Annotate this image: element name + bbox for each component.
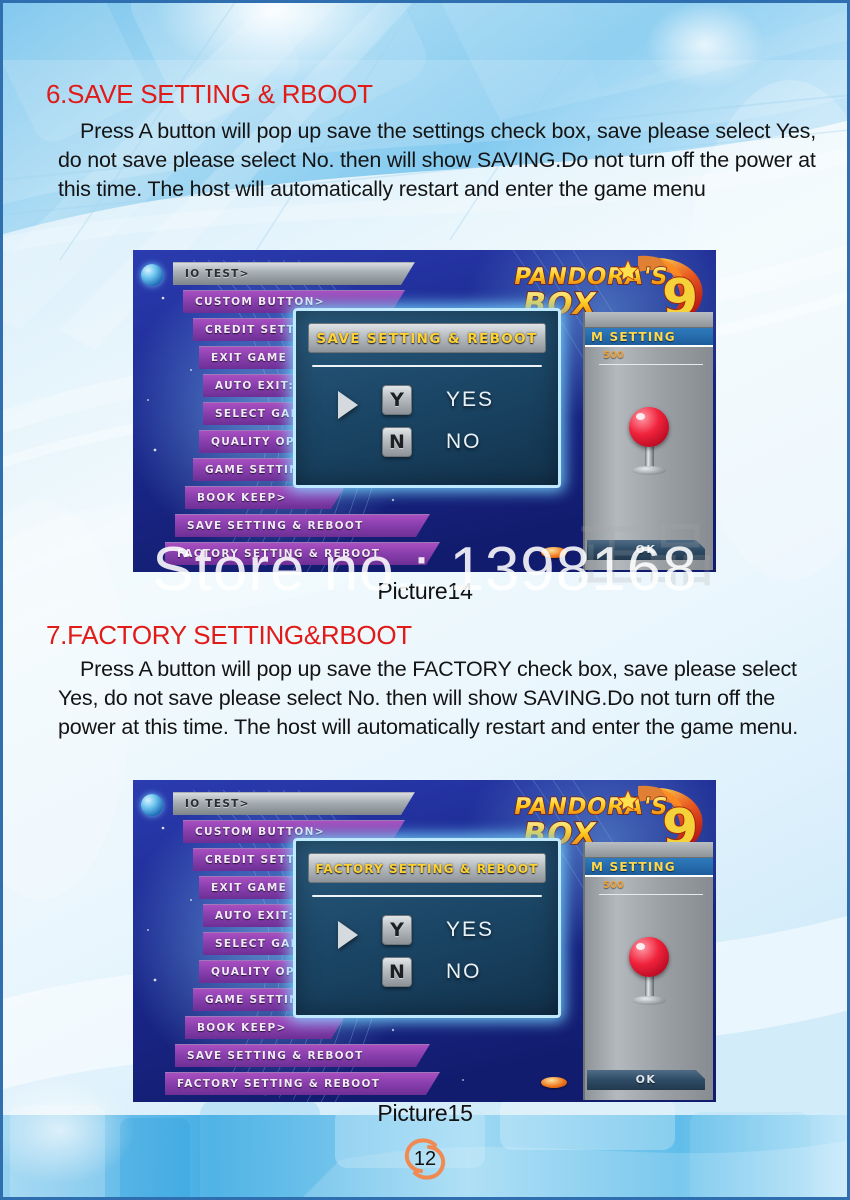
- menu-item-io-test-1[interactable]: IO TEST>: [173, 262, 415, 285]
- coin-icon-1: [541, 547, 567, 558]
- dialog-option-no-1[interactable]: N NO: [336, 421, 558, 463]
- joystick-ball-2: [629, 937, 669, 977]
- dialog-title-1: SAVE SETTING & REBOOT: [308, 323, 546, 353]
- joystick-graphic-2: [629, 937, 669, 1005]
- joystick-shaft-1: [644, 445, 654, 467]
- joystick-ball-1: [629, 407, 669, 447]
- panel-title-1: M SETTING: [585, 328, 713, 347]
- caption-picture15: Picture15: [377, 1100, 473, 1126]
- menu-row: BOOK KEEP>: [141, 486, 501, 512]
- panel-title-2: M SETTING: [585, 858, 713, 877]
- dialog-option-yes-1[interactable]: Y YES: [336, 379, 558, 421]
- dialog-option-yes-label-1: YES: [446, 388, 495, 411]
- dialog-option-yes-2[interactable]: Y YES: [336, 909, 558, 951]
- panel-rule-2: [599, 894, 703, 895]
- menu-row: IO TEST>: [141, 792, 501, 818]
- section-body-6: Press A button will pop up save the sett…: [58, 117, 820, 204]
- joystick-base-2: [632, 996, 666, 1005]
- page-number-text: 12: [413, 1148, 437, 1170]
- section-body-7-text: Press A button will pop up save the FACT…: [58, 657, 799, 739]
- system-setting-panel-2: M SETTING 500 OK: [541, 842, 713, 1100]
- dialog-divider-1: [312, 365, 542, 367]
- panel-value-2: 500: [603, 880, 624, 891]
- key-n-icon-1: N: [382, 427, 412, 457]
- panel-topbar-1: [585, 312, 713, 328]
- joystick-graphic-1: [629, 407, 669, 475]
- ok-button-2[interactable]: OK: [587, 1070, 705, 1090]
- joystick-base-1: [632, 466, 666, 475]
- dialog-divider-2: [312, 895, 542, 897]
- page-number-wrap: 12: [0, 1138, 850, 1180]
- menu-row: FACTORY SETTING & REBOOT: [141, 1072, 501, 1098]
- selection-cursor-icon-1: [338, 391, 358, 419]
- arcade-screenshot-1: PANDORA'S BOX 9 M SETTING 500 OK IO TEST…: [133, 250, 716, 572]
- menu-item-save-setting-reboot-2[interactable]: SAVE SETTING & REBOOT: [175, 1044, 430, 1067]
- menu-item-book-keep-1[interactable]: BOOK KEEP>: [185, 486, 345, 509]
- menu-row: BOOK KEEP>: [141, 1016, 501, 1042]
- key-n-icon-2: N: [382, 957, 412, 987]
- menu-item-factory-setting-reboot-1[interactable]: FACTORY SETTING & REBOOT: [165, 542, 440, 565]
- dialog-title-2: FACTORY SETTING & REBOOT: [308, 853, 546, 883]
- system-setting-panel-1: M SETTING 500 OK: [541, 312, 713, 570]
- dialog-options-2: Y YES N NO: [296, 909, 558, 993]
- dialog-option-no-2[interactable]: N NO: [336, 951, 558, 993]
- dialog-options-1: Y YES N NO: [296, 379, 558, 463]
- joystick-shaft-2: [644, 975, 654, 997]
- svg-text:PANDORA'S: PANDORA'S: [512, 793, 671, 820]
- panel-topbar-2: [585, 842, 713, 858]
- page-number-badge: 12: [402, 1138, 448, 1180]
- section-heading-7: 7.FACTORY SETTING&RBOOT: [46, 620, 412, 650]
- coin-icon-2: [541, 1077, 567, 1088]
- menu-item-factory-setting-reboot-2[interactable]: FACTORY SETTING & REBOOT: [165, 1072, 440, 1095]
- menu-row: FACTORY SETTING & REBOOT: [141, 542, 501, 568]
- menu-item-save-setting-reboot-1[interactable]: SAVE SETTING & REBOOT: [175, 514, 430, 537]
- dialog-option-no-label-2: NO: [446, 960, 482, 983]
- arcade-screenshot-2: PANDORA'S BOX 9 M SETTING 500 OK IO TEST…: [133, 780, 716, 1102]
- ok-button-1[interactable]: OK: [587, 540, 705, 560]
- dialog-option-no-label-1: NO: [446, 430, 482, 453]
- save-setting-dialog: SAVE SETTING & REBOOT Y YES N NO: [293, 308, 561, 488]
- factory-setting-dialog: FACTORY SETTING & REBOOT Y YES N NO: [293, 838, 561, 1018]
- menu-item-book-keep-2[interactable]: BOOK KEEP>: [185, 1016, 345, 1039]
- key-y-icon-2: Y: [382, 915, 412, 945]
- dialog-option-yes-label-2: YES: [446, 918, 495, 941]
- menu-row: IO TEST>: [141, 262, 501, 288]
- svg-text:PANDORA'S: PANDORA'S: [512, 263, 671, 290]
- section-body-6-text: Press A button will pop up save the sett…: [58, 119, 816, 201]
- caption-picture14: Picture14: [377, 578, 473, 604]
- arcade-orb-icon-1: [141, 264, 163, 286]
- section-body-7: Press A button will pop up save the FACT…: [58, 655, 820, 742]
- panel-rule-1: [599, 364, 703, 365]
- menu-row: SAVE SETTING & REBOOT: [141, 1044, 501, 1070]
- section-heading-6: 6.SAVE SETTING & RBOOT: [46, 79, 373, 109]
- menu-item-io-test-2[interactable]: IO TEST>: [173, 792, 415, 815]
- selection-cursor-icon-2: [338, 921, 358, 949]
- arcade-orb-icon-2: [141, 794, 163, 816]
- menu-row: SAVE SETTING & REBOOT: [141, 514, 501, 540]
- panel-value-1: 500: [603, 350, 624, 361]
- key-y-icon-1: Y: [382, 385, 412, 415]
